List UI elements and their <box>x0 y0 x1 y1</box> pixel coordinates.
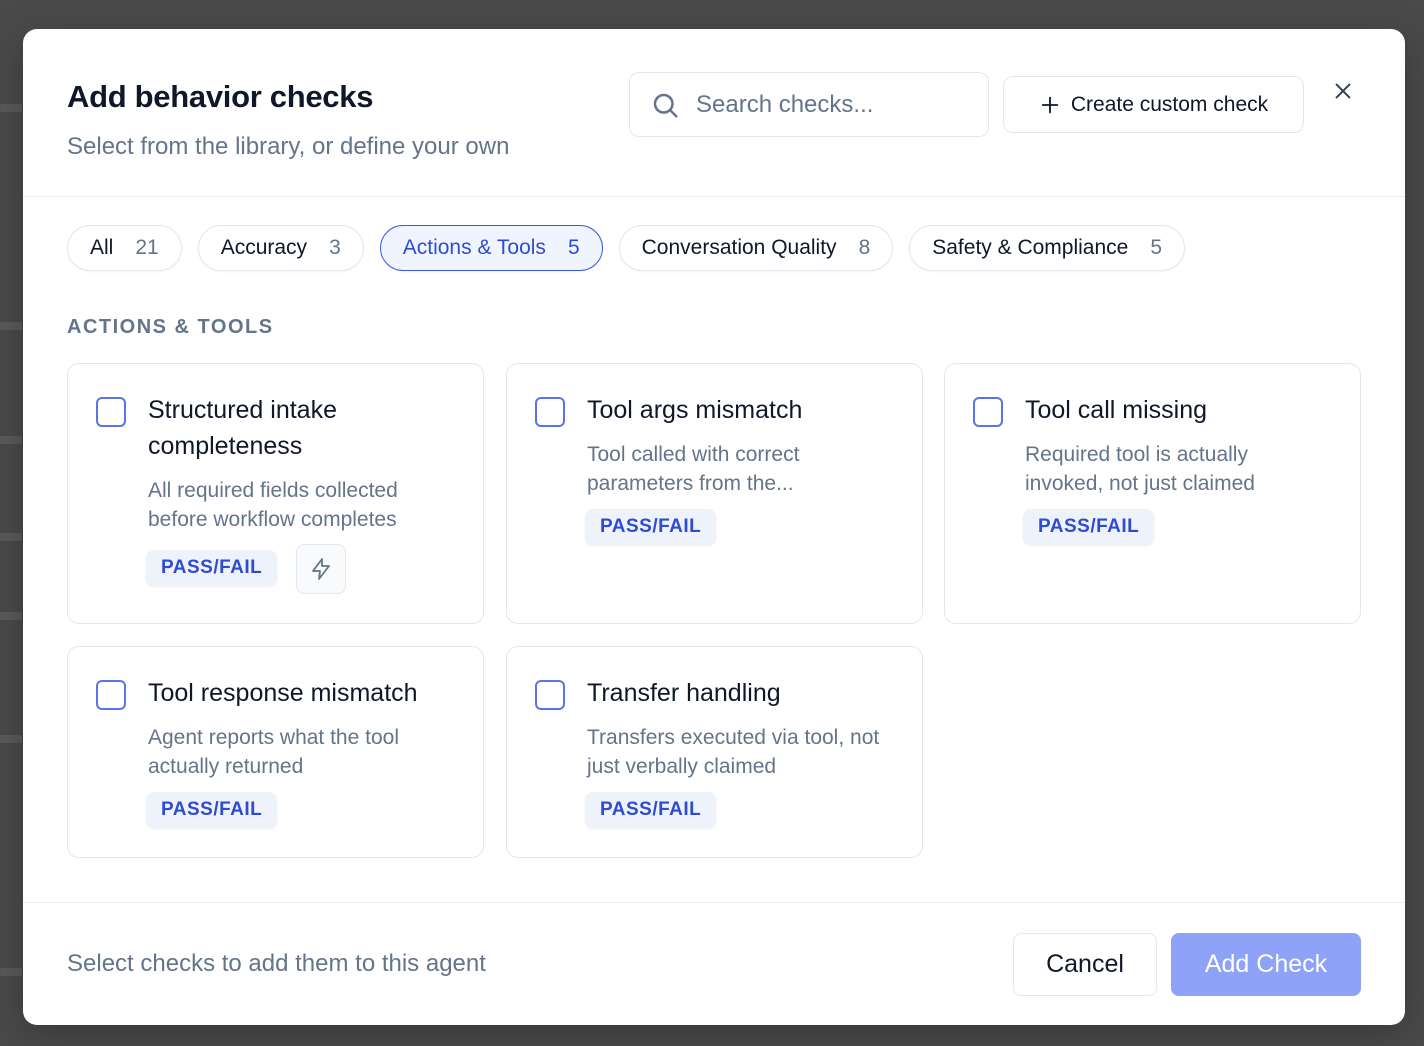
close-button[interactable] <box>1327 75 1359 107</box>
check-checkbox[interactable] <box>96 680 126 710</box>
check-card-tool-call-missing[interactable]: Tool call missing Required tool is actua… <box>944 363 1361 624</box>
check-title: Tool call missing <box>1025 396 1208 424</box>
check-card-tool-args-mismatch[interactable]: Tool args mismatch Tool called with corr… <box>506 363 923 624</box>
tab-label: Actions & Tools <box>402 236 546 259</box>
modal-subtitle: Select from the library, or define your … <box>67 133 510 160</box>
tab-conversation-quality[interactable]: Conversation Quality 8 <box>618 225 894 271</box>
plus-icon <box>1041 96 1059 113</box>
tab-accuracy[interactable]: Accuracy 3 <box>197 225 364 271</box>
tab-actions-tools[interactable]: Actions & Tools 5 <box>379 225 603 271</box>
check-title: Transfer handling <box>587 679 781 707</box>
check-description: Transfers executed via tool, not just ve… <box>587 726 880 778</box>
tab-count: 3 <box>329 236 341 259</box>
check-description: Required tool is actually invoked, not j… <box>1025 443 1255 495</box>
lightning-bolt-icon <box>312 558 330 580</box>
search-box[interactable] <box>629 72 989 137</box>
section-heading: ACTIONS & TOOLS <box>67 316 274 338</box>
check-title: Tool args mismatch <box>587 396 803 424</box>
tab-count: 8 <box>858 236 871 259</box>
check-checkbox[interactable] <box>535 397 565 427</box>
check-card-transfer-handling[interactable]: Transfer handling Transfers executed via… <box>506 646 923 858</box>
pass-fail-badge: PASS/FAIL <box>146 550 278 586</box>
check-card-structured-intake[interactable]: Structured intake completeness All requi… <box>67 363 484 624</box>
check-description: All required fields collected before wor… <box>148 479 398 531</box>
check-description: Agent reports what the tool actually ret… <box>148 726 399 778</box>
pass-fail-badge: PASS/FAIL <box>146 792 278 828</box>
tab-count: 5 <box>1150 236 1163 259</box>
modal-header: Add behavior checks Select from the libr… <box>23 29 1405 197</box>
footer-hint: Select checks to add them to this agent <box>67 950 486 977</box>
check-description: Tool called with correct parameters from… <box>587 443 800 495</box>
check-checkbox[interactable] <box>96 397 126 427</box>
create-custom-check-button[interactable]: Create custom check <box>1003 76 1304 133</box>
modal-title: Add behavior checks <box>67 79 374 114</box>
create-custom-check-label: Create custom check <box>1070 92 1269 116</box>
search-input[interactable] <box>696 90 966 119</box>
tab-label: All <box>90 236 114 259</box>
tab-label: Accuracy <box>220 236 308 259</box>
check-checkbox[interactable] <box>973 397 1003 427</box>
tab-count: 21 <box>135 236 159 259</box>
tab-label: Conversation Quality <box>641 236 837 259</box>
tab-safety-compliance[interactable]: Safety & Compliance 5 <box>909 225 1186 271</box>
close-icon <box>1335 83 1351 99</box>
cancel-button[interactable]: Cancel <box>1013 933 1157 996</box>
pass-fail-badge: PASS/FAIL <box>1023 509 1155 545</box>
category-tabs: All 21 Accuracy 3 Actions & Tools 5 Conv… <box>67 225 1186 271</box>
modal-footer: Select checks to add them to this agent … <box>23 902 1405 1025</box>
add-behavior-checks-modal: Add behavior checks Select from the libr… <box>23 29 1405 1025</box>
check-title: Structured intake completeness <box>148 396 337 460</box>
tab-count: 5 <box>567 236 580 259</box>
add-check-button[interactable]: Add Check <box>1171 933 1361 996</box>
tab-all[interactable]: All 21 <box>67 225 182 271</box>
auto-trigger-button[interactable] <box>296 544 346 594</box>
check-title: Tool response mismatch <box>148 679 418 707</box>
check-checkbox[interactable] <box>535 680 565 710</box>
pass-fail-badge: PASS/FAIL <box>585 509 717 545</box>
search-icon <box>653 93 678 117</box>
pass-fail-badge: PASS/FAIL <box>585 792 717 828</box>
tab-label: Safety & Compliance <box>932 236 1129 259</box>
check-card-tool-response-mismatch[interactable]: Tool response mismatch Agent reports wha… <box>67 646 484 858</box>
